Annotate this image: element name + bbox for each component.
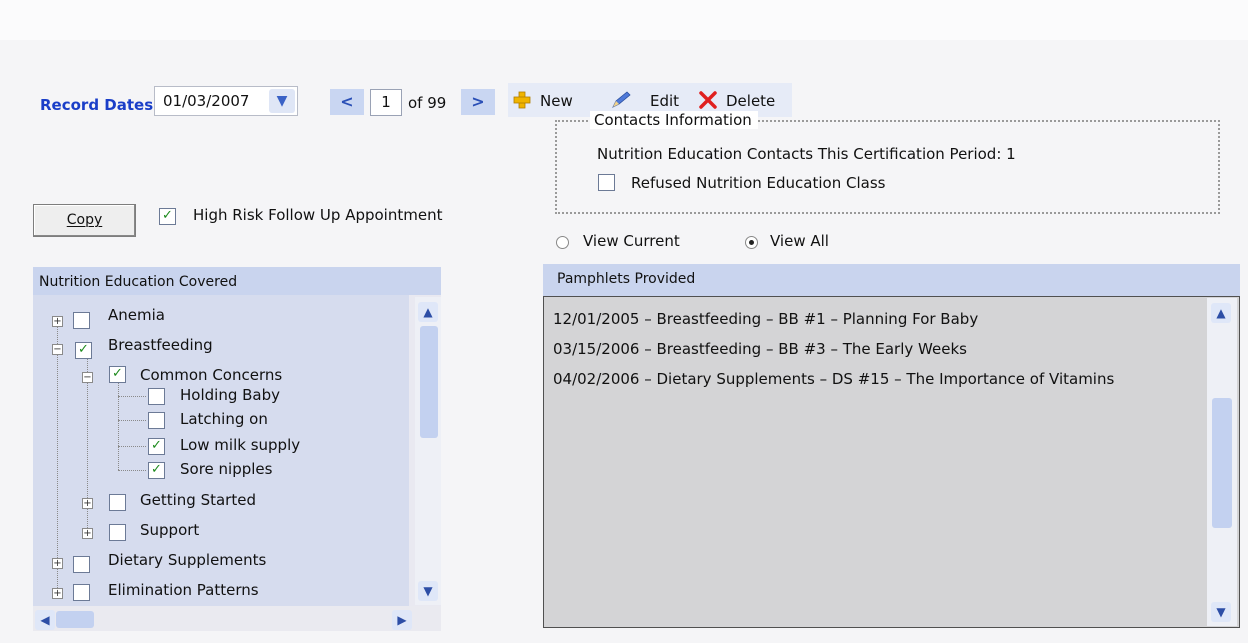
expand-dietary-supplements-icon[interactable]: +	[52, 558, 63, 569]
tree-hscroll-thumb[interactable]	[56, 611, 94, 628]
contacts-legend: Contacts Information	[590, 111, 758, 129]
tree-item-low-milk-supply[interactable]: Low milk supply	[180, 436, 300, 454]
delete-label: Delete	[726, 92, 776, 110]
new-label: New	[540, 92, 573, 110]
chevron-left-icon: <	[340, 92, 354, 111]
chevron-down-icon[interactable]: ▼	[269, 89, 295, 113]
close-icon	[699, 91, 717, 109]
tree-item-holding-baby[interactable]: Holding Baby	[180, 386, 280, 404]
tree-line	[57, 320, 58, 598]
getting-started-checkbox[interactable]	[109, 494, 126, 511]
edit-label: Edit	[650, 92, 680, 110]
copy-button[interactable]: Copy	[33, 204, 136, 237]
expand-anemia-icon[interactable]: +	[52, 316, 63, 327]
top-band	[0, 0, 1248, 40]
view-all-radio[interactable]	[745, 236, 758, 249]
record-date-value: 01/03/2007	[163, 92, 250, 110]
pamphlets-scroll-thumb[interactable]	[1212, 398, 1232, 528]
tree-line	[118, 420, 146, 421]
scroll-up-icon[interactable]: ▲	[418, 302, 438, 322]
view-current-label: View Current	[583, 232, 680, 250]
holding-baby-checkbox[interactable]	[148, 388, 165, 405]
common-concerns-checkbox[interactable]: ✓	[109, 366, 126, 383]
tree-item-dietary-supplements[interactable]: Dietary Supplements	[108, 551, 266, 569]
scroll-up-icon[interactable]: ▲	[1211, 303, 1231, 323]
collapse-breastfeeding-icon[interactable]: −	[52, 344, 63, 355]
refused-class-checkbox[interactable]	[598, 174, 615, 191]
pamphlet-item[interactable]: 04/02/2006 – Dietary Supplements – DS #1…	[553, 370, 1114, 388]
pamphlet-item[interactable]: 03/15/2006 – Breastfeeding – BB #3 – The…	[553, 340, 967, 358]
page-of-text: of 99	[408, 94, 447, 112]
expand-getting-started-icon[interactable]: +	[82, 498, 93, 509]
radio-selected-dot	[749, 240, 754, 245]
tree-line	[118, 470, 146, 471]
tree-item-breastfeeding[interactable]: Breastfeeding	[108, 336, 213, 354]
tree-item-sore-nipples[interactable]: Sore nipples	[180, 460, 272, 478]
tree-scroll-thumb[interactable]	[420, 326, 438, 438]
tree-item-latching-on[interactable]: Latching on	[180, 410, 268, 428]
high-risk-checkbox[interactable]: ✓	[159, 208, 176, 225]
tree-line	[118, 446, 146, 447]
tree-line	[118, 396, 146, 397]
expand-elimination-patterns-icon[interactable]: +	[52, 588, 63, 599]
record-dates-label: Record Dates	[40, 96, 154, 114]
scroll-down-icon[interactable]: ▼	[1211, 602, 1231, 622]
prev-record-button[interactable]: <	[330, 89, 364, 115]
expand-support-icon[interactable]: +	[82, 528, 93, 539]
pamphlets-header: Pamphlets Provided	[543, 264, 1240, 296]
high-risk-label: High Risk Follow Up Appointment	[193, 206, 443, 224]
record-date-select[interactable]: 01/03/2007 ▼	[154, 86, 298, 116]
collapse-common-concerns-icon[interactable]: −	[82, 372, 93, 383]
contacts-count-text: Nutrition Education Contacts This Certif…	[597, 145, 1016, 163]
tree-item-elimination-patterns[interactable]: Elimination Patterns	[108, 581, 259, 599]
anemia-checkbox[interactable]	[73, 312, 90, 329]
scroll-down-icon[interactable]: ▼	[418, 581, 438, 601]
contacts-fieldset	[555, 120, 1220, 214]
tree-item-support[interactable]: Support	[140, 521, 199, 539]
page-number-input[interactable]: 1	[370, 89, 402, 116]
view-current-radio[interactable]	[556, 236, 569, 249]
elimination-patterns-checkbox[interactable]	[73, 584, 90, 601]
tree-item-common-concerns[interactable]: Common Concerns	[140, 366, 282, 384]
chevron-right-icon: >	[471, 92, 485, 111]
pamphlet-item[interactable]: 12/01/2005 – Breastfeeding – BB #1 – Pla…	[553, 310, 978, 328]
latching-on-checkbox[interactable]	[148, 412, 165, 429]
tree-item-anemia[interactable]: Anemia	[108, 306, 165, 324]
tree-horizontal-scrollbar[interactable]	[33, 606, 441, 631]
refused-class-label: Refused Nutrition Education Class	[631, 174, 886, 192]
scroll-left-icon[interactable]: ◀	[35, 610, 55, 630]
nutrition-education-header: Nutrition Education Covered	[33, 267, 441, 295]
pencil-icon	[612, 91, 631, 108]
sore-nipples-checkbox[interactable]: ✓	[148, 462, 165, 479]
next-record-button[interactable]: >	[461, 89, 495, 115]
plus-icon	[513, 91, 531, 109]
support-checkbox[interactable]	[109, 524, 126, 541]
dietary-supplements-checkbox[interactable]	[73, 556, 90, 573]
low-milk-supply-checkbox[interactable]: ✓	[148, 438, 165, 455]
copy-label: Copy	[66, 212, 103, 228]
scroll-right-icon[interactable]: ▶	[392, 610, 412, 630]
view-all-label: View All	[770, 232, 829, 250]
tree-item-getting-started[interactable]: Getting Started	[140, 491, 256, 509]
breastfeeding-checkbox[interactable]: ✓	[75, 342, 92, 359]
